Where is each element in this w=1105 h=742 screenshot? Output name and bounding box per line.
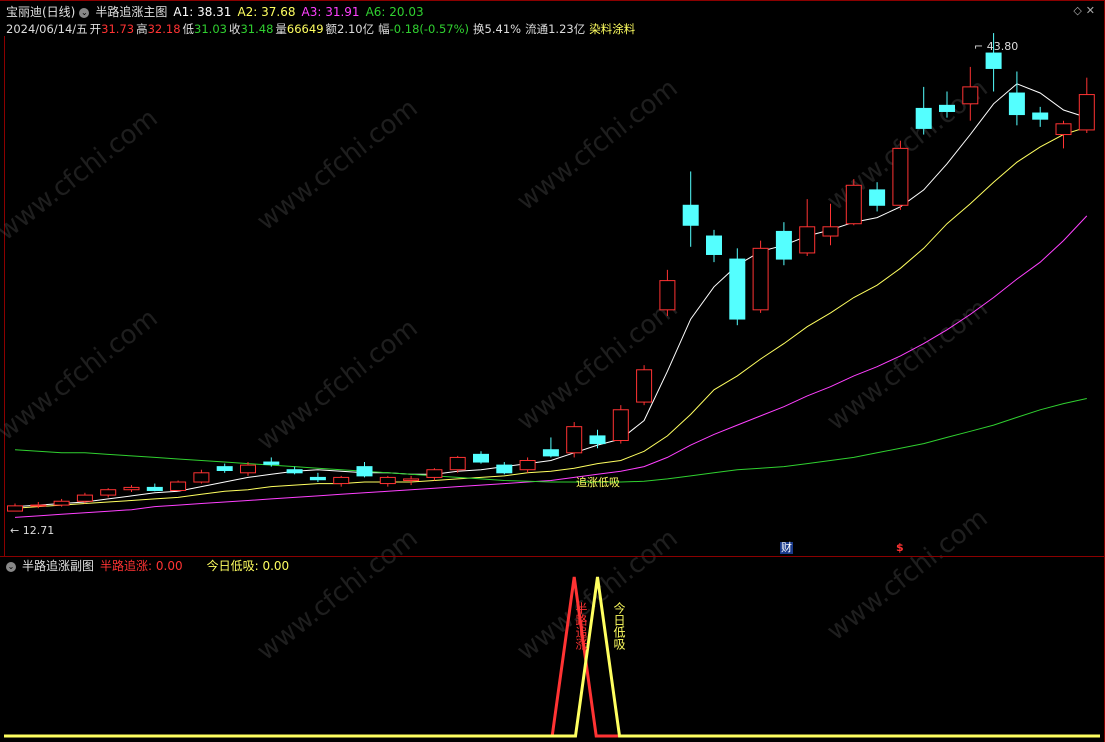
- turnover-value: 换5.41%: [473, 22, 522, 36]
- candle[interactable]: [752, 240, 769, 313]
- open-label: 开: [89, 22, 102, 36]
- candle[interactable]: [1032, 106, 1049, 127]
- candle[interactable]: [100, 488, 117, 498]
- high-value: 32.18: [147, 22, 181, 36]
- sub-indicator-chart[interactable]: [0, 557, 1105, 742]
- change-value: -0.18(-0.57%): [389, 22, 470, 36]
- candle[interactable]: [1055, 120, 1072, 149]
- candle[interactable]: [379, 475, 396, 487]
- stock-name[interactable]: 宝丽迪(日线): [6, 5, 75, 19]
- candle[interactable]: [53, 498, 70, 507]
- low-label: 低: [182, 22, 195, 36]
- candle[interactable]: [449, 455, 466, 473]
- candle[interactable]: [146, 483, 163, 492]
- candle[interactable]: [845, 179, 862, 226]
- candle[interactable]: [356, 462, 373, 478]
- max-price-label: ⌐ 43.80: [974, 40, 1018, 53]
- candle[interactable]: [193, 469, 210, 484]
- candle[interactable]: [706, 229, 722, 263]
- change-label: 幅: [378, 22, 390, 36]
- dollar-marker[interactable]: $: [896, 542, 904, 554]
- candle[interactable]: [682, 171, 699, 247]
- float-value: 流通1.23亿: [525, 22, 586, 36]
- candle[interactable]: [822, 203, 839, 246]
- peak2-label: 今日低吸: [612, 602, 626, 650]
- finance-marker[interactable]: 财: [780, 542, 793, 554]
- candle[interactable]: [869, 182, 886, 212]
- candle[interactable]: [1008, 71, 1025, 126]
- candle[interactable]: [612, 405, 629, 444]
- candle[interactable]: [216, 463, 233, 473]
- bar-date: 2024/06/14/五: [6, 22, 88, 36]
- candle[interactable]: [403, 475, 420, 486]
- candle[interactable]: [892, 140, 909, 210]
- open-value: 31.73: [101, 22, 135, 36]
- sub-header: ⌄ 半路追涨副图 半路追涨: 0.00 今日低吸: 0.00: [6, 558, 295, 574]
- candle[interactable]: [496, 462, 513, 475]
- a2-value: A2: 37.68: [237, 5, 296, 19]
- candle[interactable]: [939, 91, 955, 118]
- settings-icon[interactable]: ⌄: [79, 7, 90, 18]
- close-label: 收: [228, 22, 241, 36]
- candle[interactable]: [473, 451, 489, 464]
- vol-value: 66649: [286, 22, 324, 36]
- candle[interactable]: [7, 503, 23, 512]
- a6-value: A6: 20.03: [365, 5, 424, 19]
- min-price-value: 12.71: [22, 524, 55, 537]
- candle[interactable]: [170, 480, 187, 492]
- candle[interactable]: [426, 468, 443, 481]
- candle[interactable]: [729, 248, 746, 326]
- sub-value2: 今日低吸: 0.00: [206, 559, 290, 573]
- high-label: 高: [136, 22, 148, 36]
- sub-line-zhuizhang: [4, 576, 1100, 738]
- close-value: 31.48: [240, 22, 274, 36]
- candle[interactable]: [962, 66, 979, 121]
- sub-value1: 半路追涨: 0.00: [100, 559, 183, 573]
- chart-header-row1: 宝丽迪(日线) ⌄ 半路追涨主图 A1: 38.31 A2: 37.68 A3: 31.9…: [6, 4, 430, 20]
- min-price-label: ← 12.71: [10, 524, 54, 537]
- candle[interactable]: [309, 472, 326, 483]
- close-icon[interactable]: ✕: [1086, 4, 1099, 17]
- ma-line-a3: [14, 215, 1088, 518]
- candle[interactable]: [123, 485, 140, 493]
- max-arrow-icon: ⌐: [974, 40, 987, 53]
- sub-indicator-name[interactable]: 半路追涨副图: [22, 559, 94, 573]
- candle[interactable]: [286, 466, 303, 475]
- candle[interactable]: [333, 475, 350, 487]
- sub-line-dixi: [4, 576, 1100, 738]
- candle[interactable]: [775, 222, 792, 266]
- sector-value[interactable]: 染料涂料: [589, 22, 635, 36]
- a3-value: A3: 31.91: [301, 5, 360, 19]
- peak1-label: 半路追涨: [574, 602, 588, 650]
- low-value: 31.03: [194, 22, 227, 36]
- min-arrow-icon: ←: [10, 524, 23, 537]
- vol-label: 量: [275, 22, 287, 36]
- candle[interactable]: [636, 365, 653, 406]
- candle[interactable]: [659, 269, 676, 316]
- signal-label: 追涨低吸: [576, 476, 620, 489]
- candle[interactable]: [589, 429, 606, 449]
- candle[interactable]: [799, 199, 816, 257]
- candle[interactable]: [519, 457, 536, 473]
- toolbar-icons: ◇✕: [1073, 4, 1099, 17]
- candle[interactable]: [1078, 77, 1095, 134]
- amount-value: 额2.10亿: [325, 22, 375, 36]
- diamond-icon[interactable]: ◇: [1073, 4, 1085, 17]
- max-price-value: 43.80: [986, 40, 1019, 53]
- candle[interactable]: [566, 422, 583, 458]
- sub-settings-icon[interactable]: ⌄: [6, 561, 16, 572]
- candle[interactable]: [542, 437, 559, 458]
- candle[interactable]: [915, 86, 932, 135]
- indicator-name[interactable]: 半路追涨主图: [95, 5, 167, 19]
- candlestick-chart[interactable]: [0, 0, 1105, 556]
- a1-value: A1: 38.31: [173, 5, 232, 19]
- chart-header-row2: 2024/06/14/五 开31.73 高32.18 低31.03 收31.48 量666…: [6, 21, 641, 37]
